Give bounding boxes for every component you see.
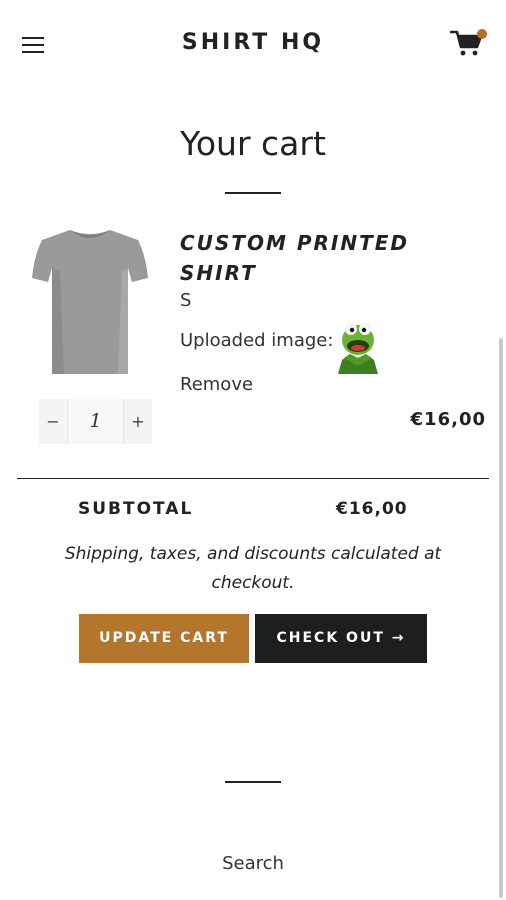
product-title[interactable]: CUSTOM PRINTED SHIRT: [180, 228, 470, 288]
cart-button[interactable]: [449, 28, 490, 60]
quantity-increase-button[interactable]: +: [124, 399, 152, 444]
uploaded-image-thumbnail: [336, 316, 380, 374]
title-divider: [225, 192, 281, 194]
footer-search-link[interactable]: Search: [0, 853, 506, 874]
shipping-note: Shipping, taxes, and discounts calculate…: [64, 544, 442, 593]
footer-divider: [225, 781, 281, 783]
quantity-decrease-button[interactable]: −: [39, 399, 67, 444]
cart-count-dot: [477, 29, 487, 39]
quantity-stepper: − 1 +: [39, 399, 152, 444]
update-cart-button[interactable]: UPDATE CART: [79, 614, 249, 663]
uploaded-image-label: Uploaded image:: [180, 330, 334, 351]
remove-item-link[interactable]: Remove: [180, 374, 253, 395]
cart-divider: [17, 478, 489, 479]
scrollbar[interactable]: [499, 338, 503, 898]
site-logo[interactable]: SHIRT HQ: [0, 30, 506, 55]
product-image[interactable]: [30, 226, 150, 378]
subtotal-label: SUBTOTAL: [78, 499, 194, 519]
site-header: SHIRT HQ: [0, 0, 506, 90]
line-item-price: €16,00: [410, 409, 486, 430]
checkout-button[interactable]: CHECK OUT →: [255, 614, 427, 663]
page-title: Your cart: [180, 124, 326, 163]
quantity-input[interactable]: 1: [67, 399, 124, 444]
subtotal-value: €16,00: [336, 499, 408, 519]
product-variant: S: [180, 290, 192, 311]
